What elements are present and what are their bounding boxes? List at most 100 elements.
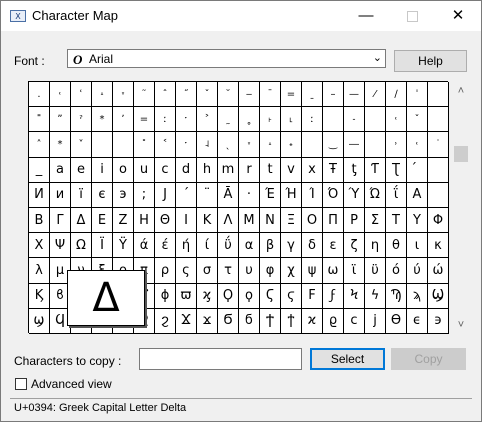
char-cell[interactable]: ϕ — [155, 283, 176, 309]
char-cell[interactable]: ˷ — [218, 107, 239, 133]
char-cell[interactable]: P — [344, 207, 365, 234]
char-cell[interactable]: ˓ — [50, 82, 71, 108]
char-cell[interactable]: ϲ — [344, 308, 365, 334]
char-cell[interactable]: ά — [134, 233, 155, 259]
char-cell[interactable]: – — [323, 82, 344, 108]
char-cell[interactable]: є — [92, 182, 113, 208]
char-cell[interactable]: Π — [323, 207, 344, 234]
char-cell[interactable]: ϰ — [302, 308, 323, 334]
char-cell[interactable]: Ƭ — [365, 157, 386, 183]
char-cell[interactable]: ‿ — [323, 132, 344, 158]
char-cell[interactable]: = — [134, 107, 155, 133]
char-cell[interactable]: ή — [176, 233, 197, 259]
maximize-button[interactable] — [389, 1, 435, 31]
char-cell[interactable]: ˒ — [386, 132, 407, 158]
char-cell[interactable]: Φ — [428, 207, 449, 234]
char-cell[interactable]: Ξ — [281, 207, 302, 234]
char-cell[interactable]: Ϊ — [92, 233, 113, 259]
char-cell[interactable]: ƫ — [344, 157, 365, 183]
char-cell[interactable]: ˀ — [71, 107, 92, 133]
char-cell[interactable]: ϯ — [281, 308, 302, 334]
char-cell[interactable]: ˗ — [344, 107, 365, 133]
char-cell[interactable] — [365, 132, 386, 158]
char-cell[interactable]: e — [71, 157, 92, 183]
char-cell[interactable]: ˫ — [260, 107, 281, 133]
char-cell[interactable]: m — [218, 157, 239, 183]
char-cell[interactable]: Ʈ — [386, 157, 407, 183]
char-cell[interactable]: * — [92, 107, 113, 133]
char-cell[interactable]: ˘ — [218, 82, 239, 108]
char-cell[interactable]: T — [386, 207, 407, 234]
char-cell[interactable]: ό — [386, 258, 407, 284]
char-cell[interactable]: Ϙ — [218, 283, 239, 309]
char-cell[interactable]: r — [239, 157, 260, 183]
char-cell[interactable]: i — [92, 157, 113, 183]
char-cell[interactable]: τ — [218, 258, 239, 284]
char-cell[interactable]: K — [197, 207, 218, 234]
char-cell[interactable]: Ј — [155, 182, 176, 208]
char-cell[interactable]: ϙ — [239, 283, 260, 309]
char-cell[interactable]: κ — [428, 233, 449, 259]
char-cell[interactable]: λ — [29, 258, 50, 284]
char-cell[interactable]: o — [113, 157, 134, 183]
char-cell[interactable]: ˑ — [176, 132, 197, 158]
char-cell[interactable]: ʼ — [113, 107, 134, 133]
char-cell[interactable] — [428, 182, 449, 208]
char-cell[interactable]: I — [176, 207, 197, 234]
char-cell[interactable]: ˭ — [29, 107, 50, 133]
char-cell[interactable]: Ό — [323, 182, 344, 208]
char-cell[interactable]: Β — [29, 207, 50, 234]
char-cell[interactable]: ¨ — [197, 182, 218, 208]
minimize-button[interactable]: — — [343, 1, 389, 31]
char-cell[interactable] — [365, 107, 386, 133]
char-cell[interactable]: ˨ — [197, 132, 218, 158]
char-cell[interactable]: ΐ — [386, 182, 407, 208]
char-cell[interactable]: ϟ — [365, 283, 386, 309]
char-cell[interactable]: Ύ — [344, 182, 365, 208]
characters-to-copy-input[interactable] — [139, 348, 302, 370]
char-cell[interactable]: ˎ — [218, 132, 239, 158]
char-cell[interactable]: и — [50, 182, 71, 208]
char-cell[interactable]: ΰ — [218, 233, 239, 259]
char-cell[interactable]: N — [260, 207, 281, 234]
char-cell[interactable] — [302, 132, 323, 158]
char-cell[interactable]: η — [365, 233, 386, 259]
char-cell[interactable]: ˖ — [281, 132, 302, 158]
char-cell[interactable]: ˟ — [134, 132, 155, 158]
char-cell[interactable]: Z — [113, 207, 134, 234]
char-cell[interactable]: Λ — [218, 207, 239, 234]
char-cell[interactable]: φ — [260, 258, 281, 284]
char-cell[interactable]: ˇ — [197, 82, 218, 108]
char-cell[interactable]: Ε — [92, 207, 113, 234]
char-cell[interactable]: Y — [407, 207, 428, 234]
char-cell[interactable]: ϡ — [407, 283, 428, 309]
char-cell[interactable]: Α — [407, 182, 428, 208]
char-cell[interactable]: ί — [197, 233, 218, 259]
char-cell[interactable]: ˈ — [407, 82, 428, 108]
char-cell[interactable]: M — [239, 207, 260, 234]
char-cell[interactable] — [428, 107, 449, 133]
char-cell[interactable]: ω — [323, 258, 344, 284]
char-cell[interactable]: ρ — [155, 258, 176, 284]
char-cell[interactable]: ˄ — [29, 132, 50, 158]
char-cell[interactable]: * — [50, 132, 71, 158]
scroll-thumb[interactable] — [454, 146, 468, 162]
char-cell[interactable]: — — [344, 82, 365, 108]
char-cell[interactable]: ϛ — [281, 283, 302, 309]
char-cell[interactable]: t — [260, 157, 281, 183]
char-cell[interactable]: ˍ — [302, 82, 323, 108]
char-cell[interactable]: Ϡ — [386, 283, 407, 309]
scroll-up-icon[interactable]: ˄ — [451, 83, 471, 99]
char-cell[interactable]: Θ — [155, 207, 176, 234]
char-cell[interactable]: ⁄ — [365, 82, 386, 108]
char-cell[interactable]: d — [176, 157, 197, 183]
char-cell[interactable]: Δ — [71, 207, 92, 234]
char-cell[interactable]: α — [239, 233, 260, 259]
select-button[interactable]: Select — [310, 348, 385, 370]
char-cell[interactable]: ― — [344, 132, 365, 158]
char-cell[interactable]: ψ — [302, 258, 323, 284]
char-cell[interactable]: ε — [323, 233, 344, 259]
char-cell[interactable]: ˝ — [176, 82, 197, 108]
char-cell[interactable]: ˓ — [407, 132, 428, 158]
font-select[interactable]: O Arial ⌄ — [67, 49, 386, 68]
